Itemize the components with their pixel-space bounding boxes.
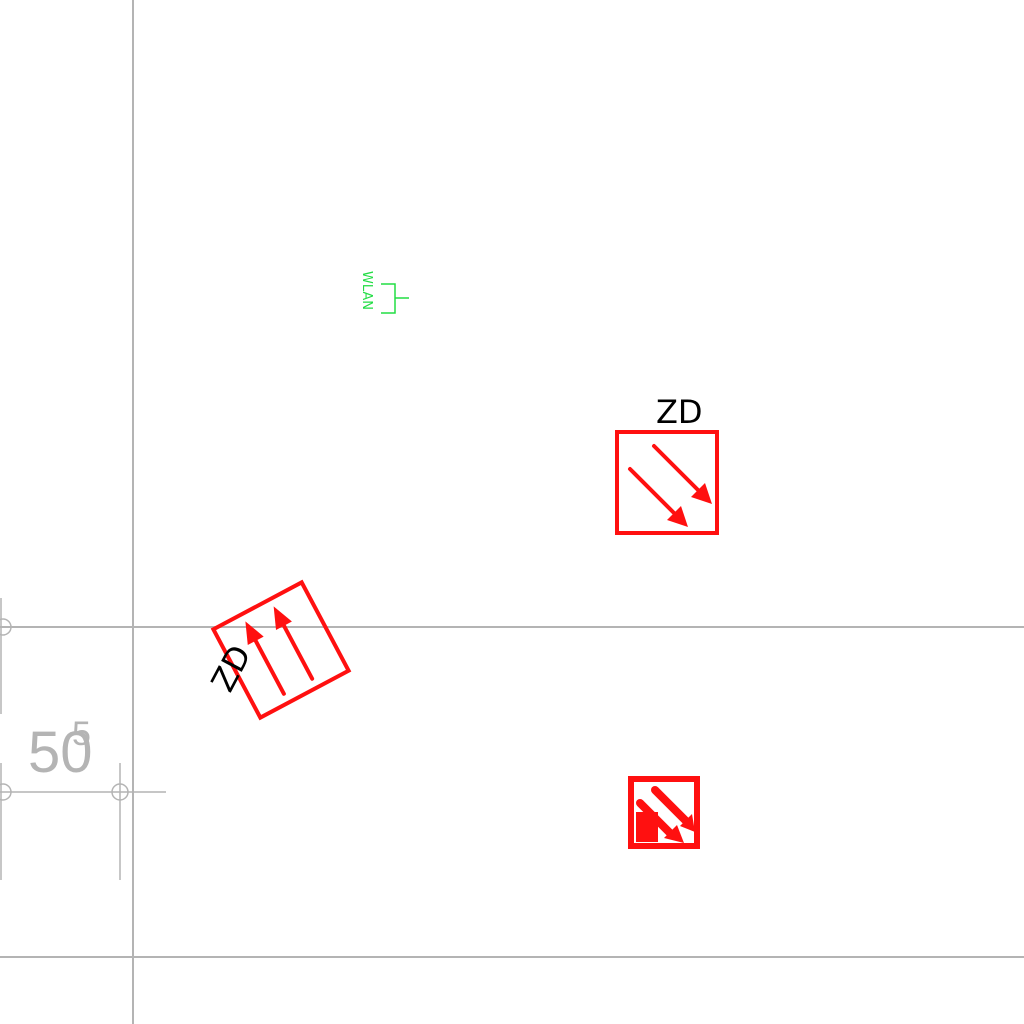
wlan-symbol[interactable]: WLAN xyxy=(359,271,409,314)
wlan-bracket-icon xyxy=(381,283,409,314)
dimension-superscript: 5 xyxy=(72,715,91,753)
zd-rotated-arrows-icon xyxy=(245,606,315,696)
zd-symbol-small[interactable] xyxy=(628,776,700,849)
zd-upper-box xyxy=(615,430,719,535)
zd-symbol-rotated[interactable]: ZD xyxy=(204,579,352,721)
cad-drawing: 50 5 WLAN ZD ZD xyxy=(0,0,1024,1024)
zd-upper-arrows-icon xyxy=(628,444,712,527)
dimension-marker: 50 5 xyxy=(0,598,166,880)
zd-small-arrows-icon xyxy=(636,786,695,843)
wlan-label: WLAN xyxy=(359,271,374,310)
zd-upper-label: ZD xyxy=(656,393,703,431)
zd-symbol-upper[interactable]: ZD xyxy=(615,393,719,535)
zd-rotated-label: ZD xyxy=(204,639,259,698)
